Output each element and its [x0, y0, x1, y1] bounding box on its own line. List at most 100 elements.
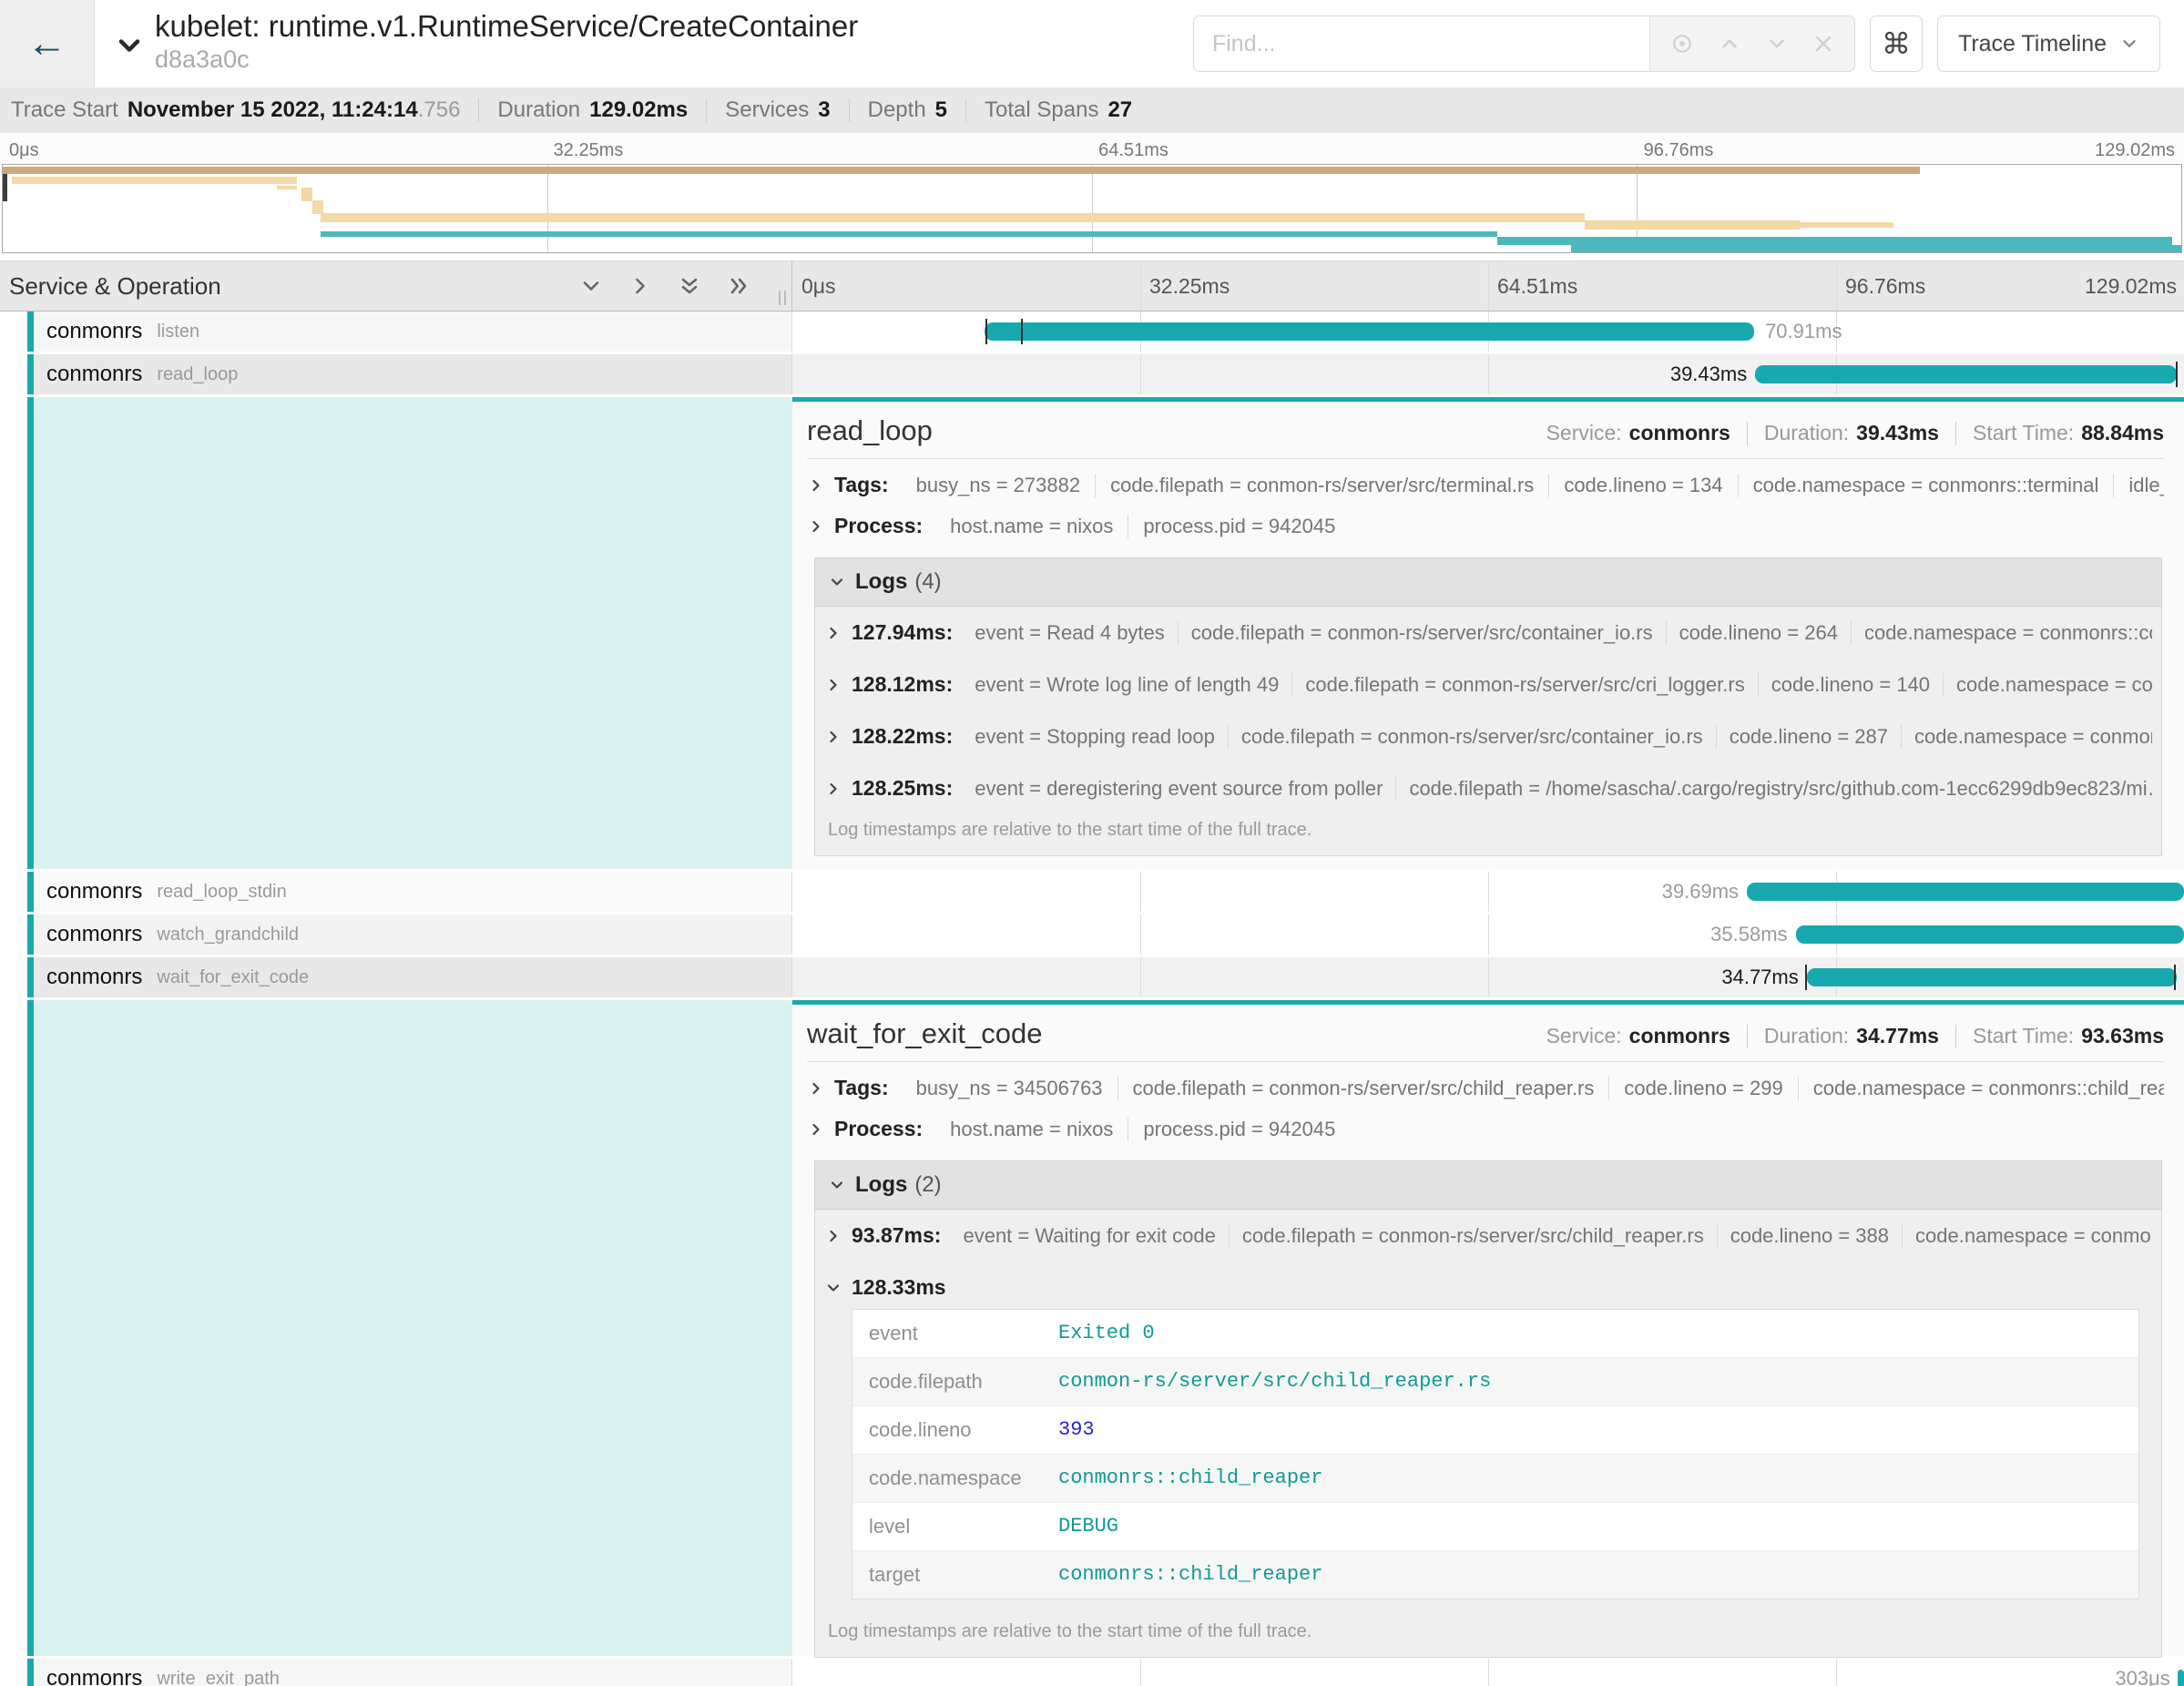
detail-highlight-column[interactable]	[34, 397, 792, 869]
chevron-down-icon	[113, 29, 146, 62]
span-bar[interactable]	[1807, 968, 2177, 986]
log-entry[interactable]: 128.25ms: event = deregistering event so…	[815, 762, 2161, 814]
span-name-cell[interactable]: conmonrs read_loop_stdin	[0, 872, 792, 912]
tag-list: busy_ns = 34506763 code.filepath = conmo…	[902, 1077, 2164, 1100]
gridline	[1488, 957, 1489, 997]
log-field: code.lineno = 140	[1758, 673, 1943, 697]
span-bar[interactable]	[985, 322, 1754, 341]
span-timeline-cell[interactable]: 70.91ms	[792, 312, 2184, 352]
log-field: event = deregistering event source from …	[962, 777, 1395, 801]
log-timestamp: 128.22ms:	[852, 724, 953, 749]
kv-row: code.lineno 393	[852, 1406, 2138, 1455]
minimap-tick: 129.02ms	[2095, 140, 2175, 161]
keyboard-shortcuts-button[interactable]: ⌘	[1870, 15, 1923, 72]
minimap-span-bar	[277, 186, 297, 189]
command-icon: ⌘	[1882, 26, 1911, 61]
locate-icon[interactable]	[1670, 32, 1694, 56]
trace-title-area: kubelet: runtime.v1.RuntimeService/Creat…	[95, 0, 1193, 87]
summary-fraction: .756	[418, 97, 461, 123]
next-result-button[interactable]	[1765, 32, 1789, 56]
gridline	[1140, 354, 1141, 394]
span-detail-panel: wait_for_exit_code Service:conmonrs Dura…	[792, 1000, 2184, 1656]
minimap-canvas[interactable]	[2, 164, 2182, 253]
span-operation-name: read_loop_stdin	[157, 882, 286, 903]
gridline	[1140, 957, 1141, 997]
log-entry[interactable]: 127.94ms: event = Read 4 bytes code.file…	[815, 607, 2161, 659]
chevron-right-icon	[807, 476, 834, 495]
kv-row: level DEBUG	[852, 1503, 2138, 1551]
kv-key: code.lineno	[852, 1406, 1051, 1454]
expand-one-button[interactable]	[628, 273, 653, 299]
log-field: event = Stopping read loop	[962, 725, 1228, 749]
tag-item: code.namespace = conmonrs::child_reap…	[1798, 1077, 2164, 1100]
trace-title-toggle[interactable]	[113, 29, 146, 62]
span-duration-label: 303μs	[2115, 1667, 2169, 1686]
process-item: process.pid = 942045	[1128, 515, 1350, 538]
log-field: event = Waiting for exit code	[950, 1224, 1228, 1248]
collapse-one-button[interactable]	[578, 273, 604, 299]
find-input[interactable]	[1194, 16, 1649, 71]
log-field: code.filepath = conmon-rs/server/src/con…	[1178, 621, 1666, 645]
service-value: conmonrs	[1629, 1024, 1730, 1048]
log-fields: event = Wrote log line of length 49 code…	[962, 673, 2152, 697]
column-resizer-grip[interactable]	[779, 291, 786, 305]
span-name-cell[interactable]: conmonrs write_exit_path	[0, 1659, 792, 1686]
span-name-cell[interactable]: conmonrs watch_grandchild	[0, 915, 792, 955]
prev-result-button[interactable]	[1718, 32, 1741, 56]
span-bar[interactable]	[1755, 365, 2177, 383]
span-name-cell[interactable]: conmonrs read_loop	[0, 354, 792, 394]
span-timeline-cell[interactable]: 35.58ms	[792, 915, 2184, 955]
process-row[interactable]: Process: host.name = nixos process.pid =…	[807, 506, 2164, 547]
span-timeline-cell[interactable]: 39.69ms	[792, 872, 2184, 912]
tags-row[interactable]: Tags: busy_ns = 34506763 code.filepath =…	[807, 1068, 2164, 1109]
process-row[interactable]: Process: host.name = nixos process.pid =…	[807, 1109, 2164, 1150]
chevron-down-icon	[828, 573, 855, 591]
divider	[1747, 422, 1748, 445]
tag-item: idle_n…	[2113, 474, 2164, 497]
chevron-right-icon	[824, 728, 852, 746]
divider	[849, 98, 850, 122]
minimap-span-bar	[1800, 222, 1893, 228]
divider	[965, 98, 966, 122]
span-timeline-cell[interactable]: 303μs	[792, 1659, 2184, 1686]
kv-row: code.namespace conmonrs::child_reaper	[852, 1455, 2138, 1503]
span-timeline-cell[interactable]: 39.43ms	[792, 354, 2184, 394]
logs-header[interactable]: Logs (4)	[815, 558, 2161, 607]
expand-collapse-controls	[578, 273, 751, 299]
expanded-log-entry-header[interactable]: 128.33ms	[815, 1262, 2161, 1305]
chevron-right-icon	[824, 676, 852, 694]
summary-services: Services 3	[725, 97, 830, 123]
span-bar[interactable]	[1796, 925, 2184, 944]
logs-header[interactable]: Logs (2)	[815, 1161, 2161, 1210]
span-timeline-cell[interactable]: 34.77ms	[792, 957, 2184, 997]
detail-left-gutter	[0, 1000, 792, 1656]
view-selector-button[interactable]: Trace Timeline	[1937, 15, 2160, 72]
span-bar[interactable]	[1747, 883, 2184, 901]
collapse-all-button[interactable]	[677, 273, 702, 299]
span-detail-meta: Service:conmonrs Duration:39.43ms Start …	[1546, 421, 2164, 445]
span-service-name: conmonrs	[46, 362, 142, 387]
span-bar[interactable]	[2178, 1670, 2184, 1686]
log-field: code.namespace = conmon…	[1901, 725, 2152, 749]
detail-highlight-column[interactable]	[34, 1000, 792, 1656]
span-service-name: conmonrs	[46, 965, 142, 990]
span-detail-wait-for-exit-code: wait_for_exit_code Service:conmonrs Dura…	[0, 1000, 2184, 1656]
span-name-cell[interactable]: conmonrs wait_for_exit_code	[0, 957, 792, 997]
clear-search-button[interactable]	[1812, 33, 1834, 55]
span-service-name: conmonrs	[46, 879, 142, 904]
gridline	[1488, 354, 1489, 394]
log-entry[interactable]: 128.22ms: event = Stopping read loop cod…	[815, 710, 2161, 762]
tags-row[interactable]: Tags: busy_ns = 273882 code.filepath = c…	[807, 465, 2164, 506]
back-button[interactable]: ←	[0, 0, 95, 87]
indent	[0, 312, 27, 352]
span-color-bar	[27, 397, 34, 869]
log-entry[interactable]: 128.12ms: event = Wrote log line of leng…	[815, 659, 2161, 710]
expand-all-button[interactable]	[726, 273, 751, 299]
minimap-tick: 64.51ms	[1098, 140, 1169, 161]
tag-item: code.filepath = conmon-rs/server/src/ter…	[1095, 474, 1548, 497]
span-name-cell[interactable]: conmonrs listen	[0, 312, 792, 352]
log-field: code.namespace = co…	[1943, 673, 2152, 697]
log-entry[interactable]: 93.87ms: event = Waiting for exit code c…	[815, 1210, 2161, 1262]
find-group	[1193, 15, 1855, 72]
gridline	[1488, 1659, 1489, 1686]
